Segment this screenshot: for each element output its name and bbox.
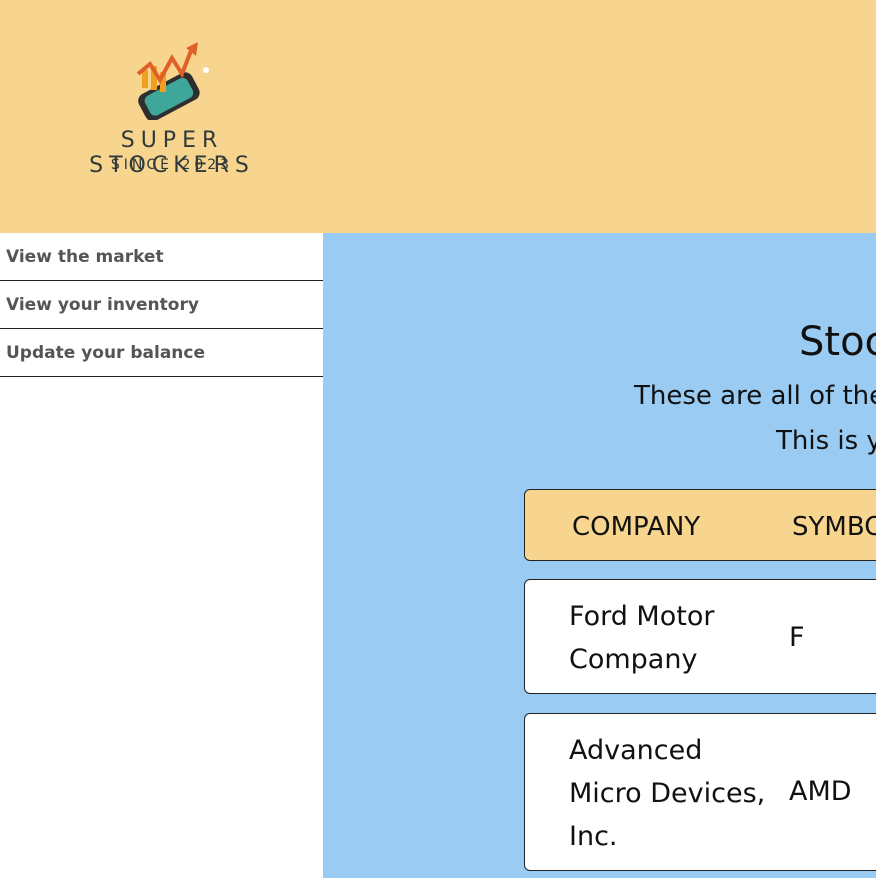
page-title: Stoc (799, 319, 876, 365)
sidebar-item-view-inventory[interactable]: View your inventory (0, 281, 323, 329)
sidebar-nav: View the market View your inventory Upda… (0, 233, 323, 878)
brand-since: SINCE 2023 (110, 157, 234, 173)
company-cell: Advanced Micro Devices, Inc. (569, 735, 766, 852)
main-content: Stoc These are all of the This is y COMP… (323, 233, 876, 878)
sidebar-item-view-market[interactable]: View the market (0, 233, 323, 281)
column-header-symbol: SYMBO (792, 512, 876, 542)
company-cell: Ford Motor Company (569, 601, 715, 675)
sidebar-item-update-balance[interactable]: Update your balance (0, 329, 323, 377)
column-header-company: COMPANY (572, 512, 701, 542)
symbol-cell: F (789, 622, 805, 653)
site-header: SUPER STOCKERS SINCE 2023 (0, 0, 876, 233)
sidebar-item-label: View your inventory (6, 295, 199, 315)
table-row[interactable]: Ford Motor Company F (524, 579, 876, 694)
stocks-phone-icon (136, 42, 209, 120)
logo[interactable]: SUPER STOCKERS SINCE 2023 (36, 40, 308, 180)
page-subtitle: These are all of the (634, 381, 876, 411)
symbol-cell: AMD (789, 776, 852, 807)
sidebar-item-label: View the market (6, 247, 164, 267)
balance-text: This is y (776, 426, 876, 456)
table-header: COMPANY SYMBO (524, 489, 876, 561)
sidebar-item-label: Update your balance (6, 343, 206, 363)
table-row[interactable]: Advanced Micro Devices, Inc. AMD (524, 713, 876, 871)
